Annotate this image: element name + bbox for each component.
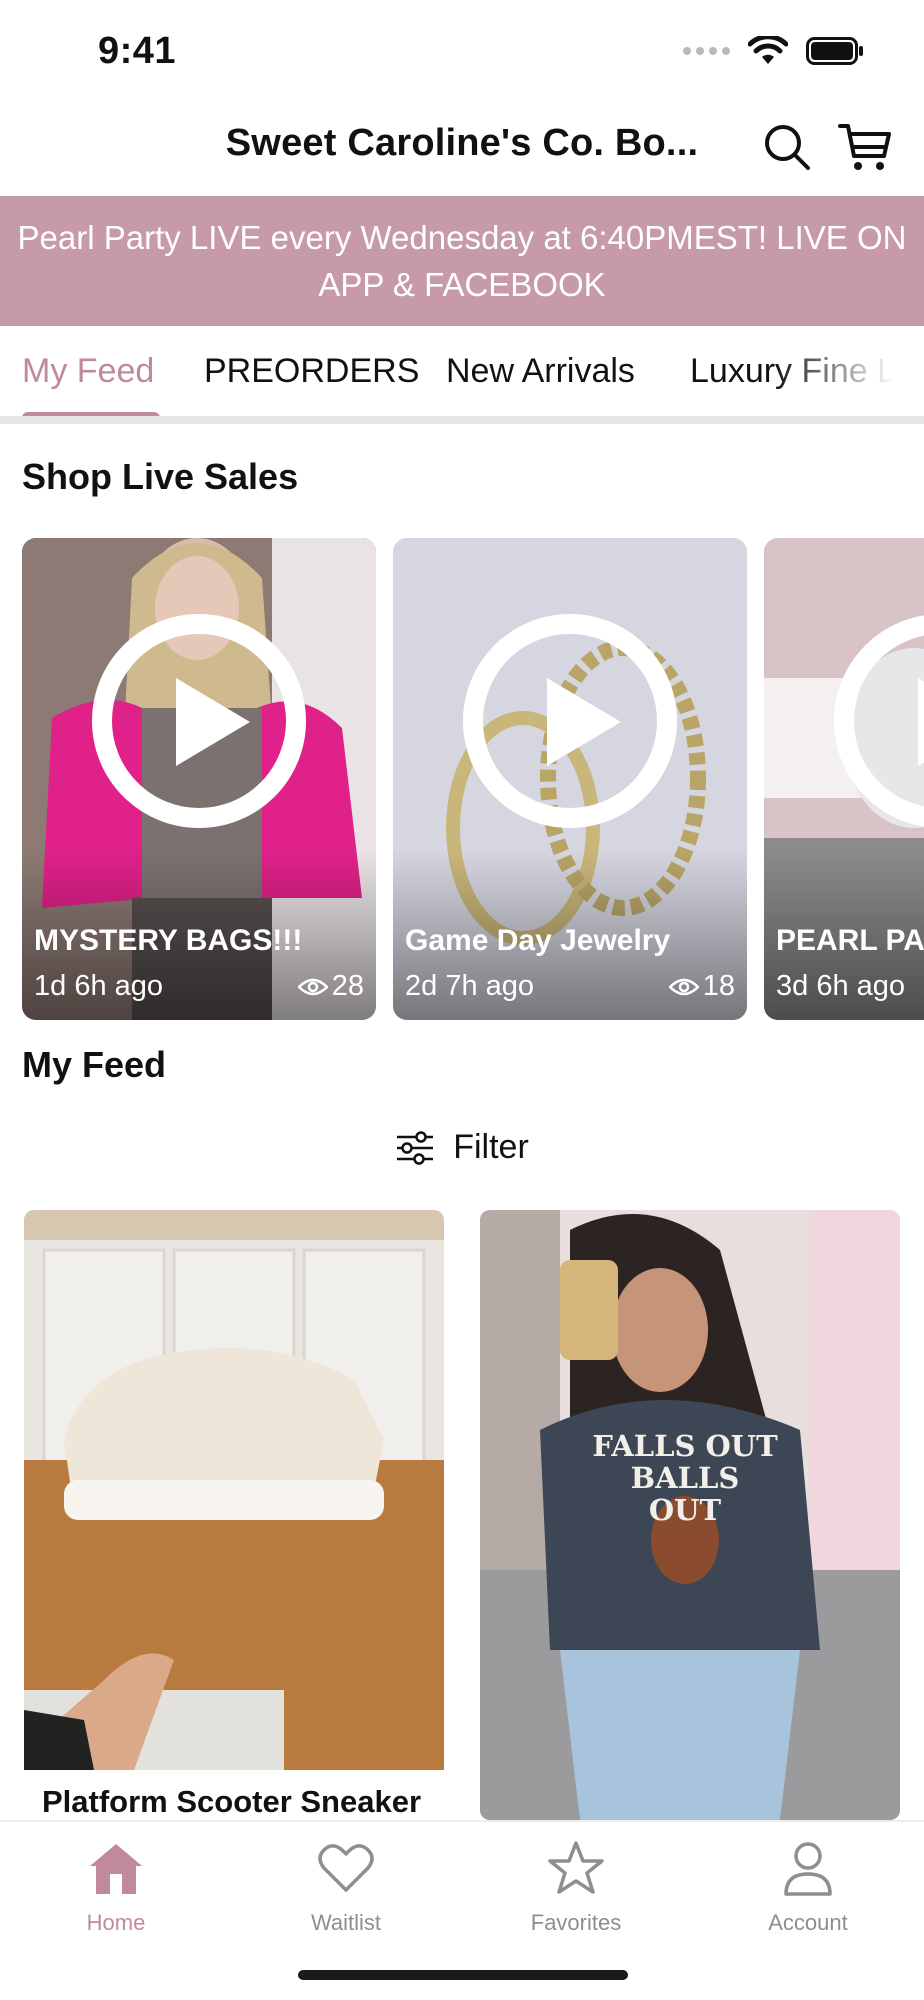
play-icon (92, 614, 306, 828)
tab-new-arrivals[interactable]: New Arrivals (446, 352, 635, 391)
eye-icon (297, 978, 328, 995)
live-sale-card[interactable]: Game Day Jewelry 2d 7h ago 18 (393, 538, 747, 1020)
shirt-graphic-text: FALLS OUT BALLS OUT (592, 1429, 778, 1527)
filter-button[interactable]: Filter (0, 1128, 924, 1167)
live-sale-card[interactable]: MYSTERY BAGS!!! 1d 6h ago 28 (22, 538, 376, 1020)
cart-icon (838, 124, 891, 170)
live-sale-views: 28 (297, 970, 364, 1003)
nav-account[interactable]: Account (728, 1836, 888, 1936)
heart-icon (318, 1844, 374, 1892)
eye-icon (668, 978, 699, 995)
search-button[interactable] (760, 120, 814, 174)
home-icon (90, 1844, 142, 1894)
live-sale-views: 18 (668, 970, 735, 1003)
app-header: Sweet Caroline's Co. Bo... (0, 100, 924, 196)
live-sales-carousel[interactable]: MYSTERY BAGS!!! 1d 6h ago 28 Game Day Je… (22, 538, 924, 1020)
product-image (24, 1210, 444, 1770)
live-sale-time: 1d 6h ago (34, 970, 164, 1002)
star-icon (548, 1841, 604, 1894)
active-tab-indicator (22, 412, 160, 416)
play-icon (463, 614, 677, 828)
tab-preorders[interactable]: PREORDERS (204, 352, 419, 391)
nav-home[interactable]: Home (36, 1836, 196, 1936)
battery-icon (806, 37, 863, 65)
category-tabs: My Feed PREORDERS New Arrivals Luxury Fi… (0, 326, 924, 424)
live-sales-title: Shop Live Sales (22, 456, 299, 497)
feed-item[interactable]: FALLS OUT BALLS OUT (480, 1210, 900, 1820)
live-sale-time: 2d 7h ago (405, 970, 535, 1002)
announcement-banner[interactable]: Pearl Party LIVE every Wednesday at 6:40… (0, 196, 924, 326)
nav-waitlist[interactable]: Waitlist (266, 1836, 426, 1936)
live-sale-card[interactable]: PEARL PAR 3d 6h ago (764, 538, 924, 1020)
live-sale-title: Game Day Jewelry (405, 924, 671, 957)
tabs-fade (774, 326, 924, 416)
cart-button[interactable] (838, 120, 892, 174)
status-icons (683, 36, 864, 66)
filter-label: Filter (453, 1128, 529, 1166)
feed-item[interactable]: Platform Scooter Sneaker (24, 1210, 444, 1820)
live-sale-time: 3d 6h ago (776, 970, 906, 1002)
home-indicator[interactable] (298, 1970, 628, 1980)
sliders-icon (397, 1130, 434, 1165)
cellular-signal-icon (683, 47, 730, 55)
status-bar: 9:41 (0, 0, 924, 100)
live-sale-title: PEARL PAR (776, 924, 924, 957)
feed-title: My Feed (22, 1044, 167, 1085)
person-icon (784, 1842, 832, 1896)
status-time: 9:41 (98, 30, 177, 72)
tab-my-feed[interactable]: My Feed (22, 352, 154, 391)
product-caption: Platform Scooter Sneaker (24, 1770, 444, 1820)
nav-favorites[interactable]: Favorites (496, 1836, 656, 1936)
search-icon (765, 125, 810, 170)
live-sale-title: MYSTERY BAGS!!! (34, 924, 303, 957)
wifi-icon (748, 36, 788, 64)
